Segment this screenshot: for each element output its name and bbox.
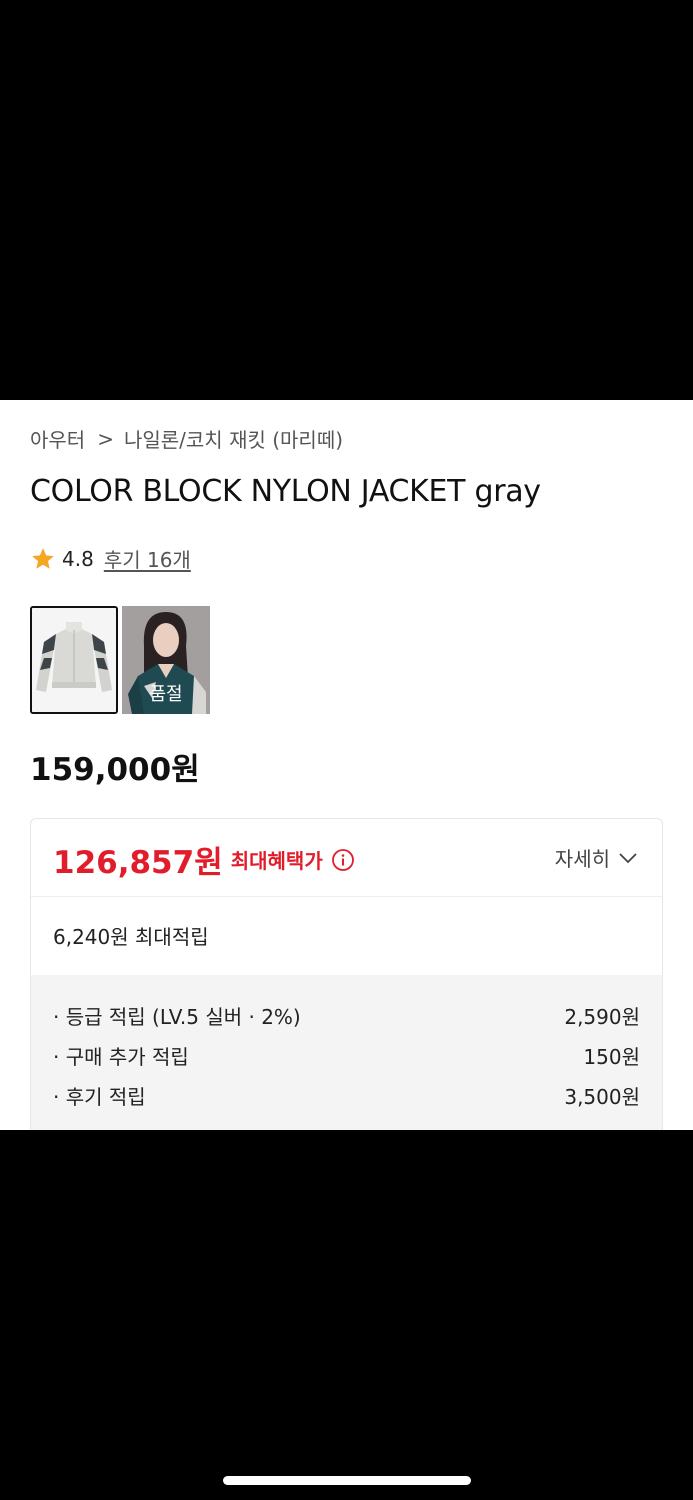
- points-row-label: · 구매 추가 적립: [53, 1045, 189, 1069]
- home-indicator[interactable]: [223, 1476, 471, 1485]
- benefit-box: 126,857원 최대혜택가 자세히 6,240원 최대적립 · 등급 적립 (…: [30, 818, 663, 1130]
- divider: [31, 896, 662, 897]
- product-title: COLOR BLOCK NYLON JACKET gray: [30, 474, 541, 509]
- thumbnail-list: 품절: [30, 606, 210, 714]
- star-icon: [32, 547, 54, 569]
- max-benefit: 126,857원 최대혜택가: [53, 837, 355, 882]
- points-row: · 등급 적립 (LV.5 실버 · 2%) 2,590원: [53, 1001, 640, 1030]
- points-row: · 후기 적립 3,500원: [53, 1081, 640, 1110]
- points-row-value: 150원: [583, 1045, 640, 1069]
- soldout-badge: 품절: [149, 684, 183, 705]
- points-row-label: · 후기 적립: [53, 1085, 146, 1109]
- points-breakdown: · 등급 적립 (LV.5 실버 · 2%) 2,590원 · 구매 추가 적립…: [31, 975, 662, 1130]
- chevron-right-icon: >: [97, 426, 114, 451]
- info-icon[interactable]: [331, 848, 355, 872]
- points-total: 6,240원 최대적립: [53, 925, 209, 949]
- rating: 4.8 후기 16개: [30, 544, 191, 573]
- rating-score: 4.8: [62, 546, 94, 571]
- points-row-label: · 등급 적립 (LV.5 실버 · 2%): [53, 1005, 301, 1029]
- reviews-link[interactable]: 후기 16개: [104, 544, 191, 573]
- chevron-down-icon: [619, 852, 637, 863]
- thumbnail-jacket[interactable]: [30, 606, 118, 714]
- screen: 아우터 > 나일론/코치 재킷 (마리떼) COLOR BLOCK NYLON …: [0, 0, 693, 1500]
- breadcrumb-subcategory[interactable]: 나일론/코치 재킷 (마리떼): [124, 424, 343, 453]
- breadcrumb: 아우터 > 나일론/코치 재킷 (마리떼): [30, 424, 343, 453]
- original-price: 159,000원: [30, 752, 200, 788]
- thumbnail-model[interactable]: 품절: [122, 606, 210, 714]
- max-benefit-price: 126,857원: [53, 845, 223, 881]
- breadcrumb-category[interactable]: 아우터: [30, 424, 85, 453]
- product-detail: 아우터 > 나일론/코치 재킷 (마리떼) COLOR BLOCK NYLON …: [0, 400, 693, 1130]
- points-row-value: 2,590원: [564, 1005, 640, 1029]
- points-row: · 구매 추가 적립 150원: [53, 1041, 640, 1070]
- details-label: 자세히: [554, 847, 610, 871]
- max-benefit-label: 최대혜택가: [230, 849, 323, 873]
- jacket-image: [32, 608, 116, 712]
- details-button[interactable]: 자세히: [555, 843, 638, 872]
- points-row-value: 3,500원: [564, 1085, 640, 1109]
